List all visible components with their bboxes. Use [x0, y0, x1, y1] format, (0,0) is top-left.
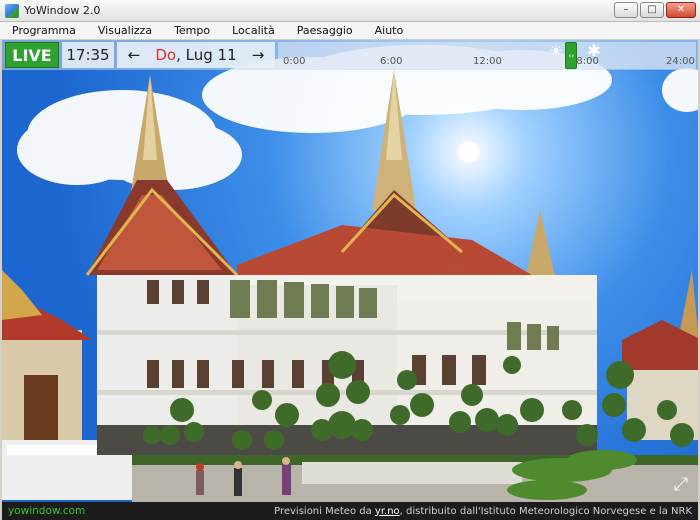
next-day-arrow-icon[interactable]: →	[241, 46, 275, 64]
weather-scene	[2, 40, 698, 502]
credit-suffix: , distribuito dall'Istituto Meteorologic…	[399, 505, 692, 517]
app-icon	[5, 3, 19, 18]
previous-day-arrow-icon[interactable]: ←	[117, 46, 151, 64]
fullscreen-icon[interactable]: ⤢	[670, 474, 692, 496]
menu-visualizza[interactable]: Visualizza	[98, 24, 152, 37]
menu-tempo[interactable]: Tempo	[174, 24, 210, 37]
minimize-button[interactable]: –	[614, 2, 638, 18]
snowflake-icon: ✱	[587, 41, 601, 60]
timeline-label: 12:00	[473, 56, 502, 67]
timeline[interactable]: 0:00 6:00 12:00 18:00 24:00 ☀ ✱ ‹›	[278, 42, 696, 69]
title-bar: YoWindow 2.0 – □ ✕	[0, 0, 700, 22]
date-day: Do	[155, 46, 177, 64]
timeline-label: 24:00	[666, 56, 695, 67]
close-button[interactable]: ✕	[666, 2, 696, 18]
forecast-credit: Previsioni Meteo da yr.no, distribuito d…	[274, 506, 692, 517]
menu-paesaggio[interactable]: Paesaggio	[297, 24, 353, 37]
yowindow-link[interactable]: yowindow.com	[8, 505, 85, 517]
maximize-button[interactable]: □	[640, 2, 664, 18]
window-title: YoWindow 2.0	[24, 4, 101, 17]
menu-localita[interactable]: Località	[232, 24, 275, 37]
date-label: Do, Lug 11	[151, 46, 241, 64]
menu-aiuto[interactable]: Aiuto	[375, 24, 404, 37]
current-time: 17:35	[62, 42, 114, 68]
date-rest: , Lug 11	[176, 46, 237, 64]
timeline-label: 6:00	[380, 56, 403, 67]
control-bar: LIVE 17:35 ← Do, Lug 11 → 0:00 6:00 12:0…	[2, 40, 698, 70]
credit-prefix: Previsioni Meteo da	[274, 505, 375, 517]
status-bar: yowindow.com Previsioni Meteo da yr.no, …	[2, 502, 698, 520]
menu-programma[interactable]: Programma	[12, 24, 76, 37]
landscape-illustration	[2, 45, 698, 502]
sun-disc	[458, 142, 476, 160]
menu-bar: Programma Visualizza Tempo Località Paes…	[0, 22, 700, 40]
live-button[interactable]: LIVE	[5, 42, 59, 68]
sun-icon: ☀	[548, 41, 564, 60]
window-controls: – □ ✕	[614, 2, 696, 18]
timeline-label: 0:00	[283, 56, 306, 67]
date-navigator: ← Do, Lug 11 →	[117, 42, 275, 68]
timeline-slider-handle[interactable]: ‹›	[565, 42, 578, 69]
yr-no-link[interactable]: yr.no	[375, 506, 400, 517]
